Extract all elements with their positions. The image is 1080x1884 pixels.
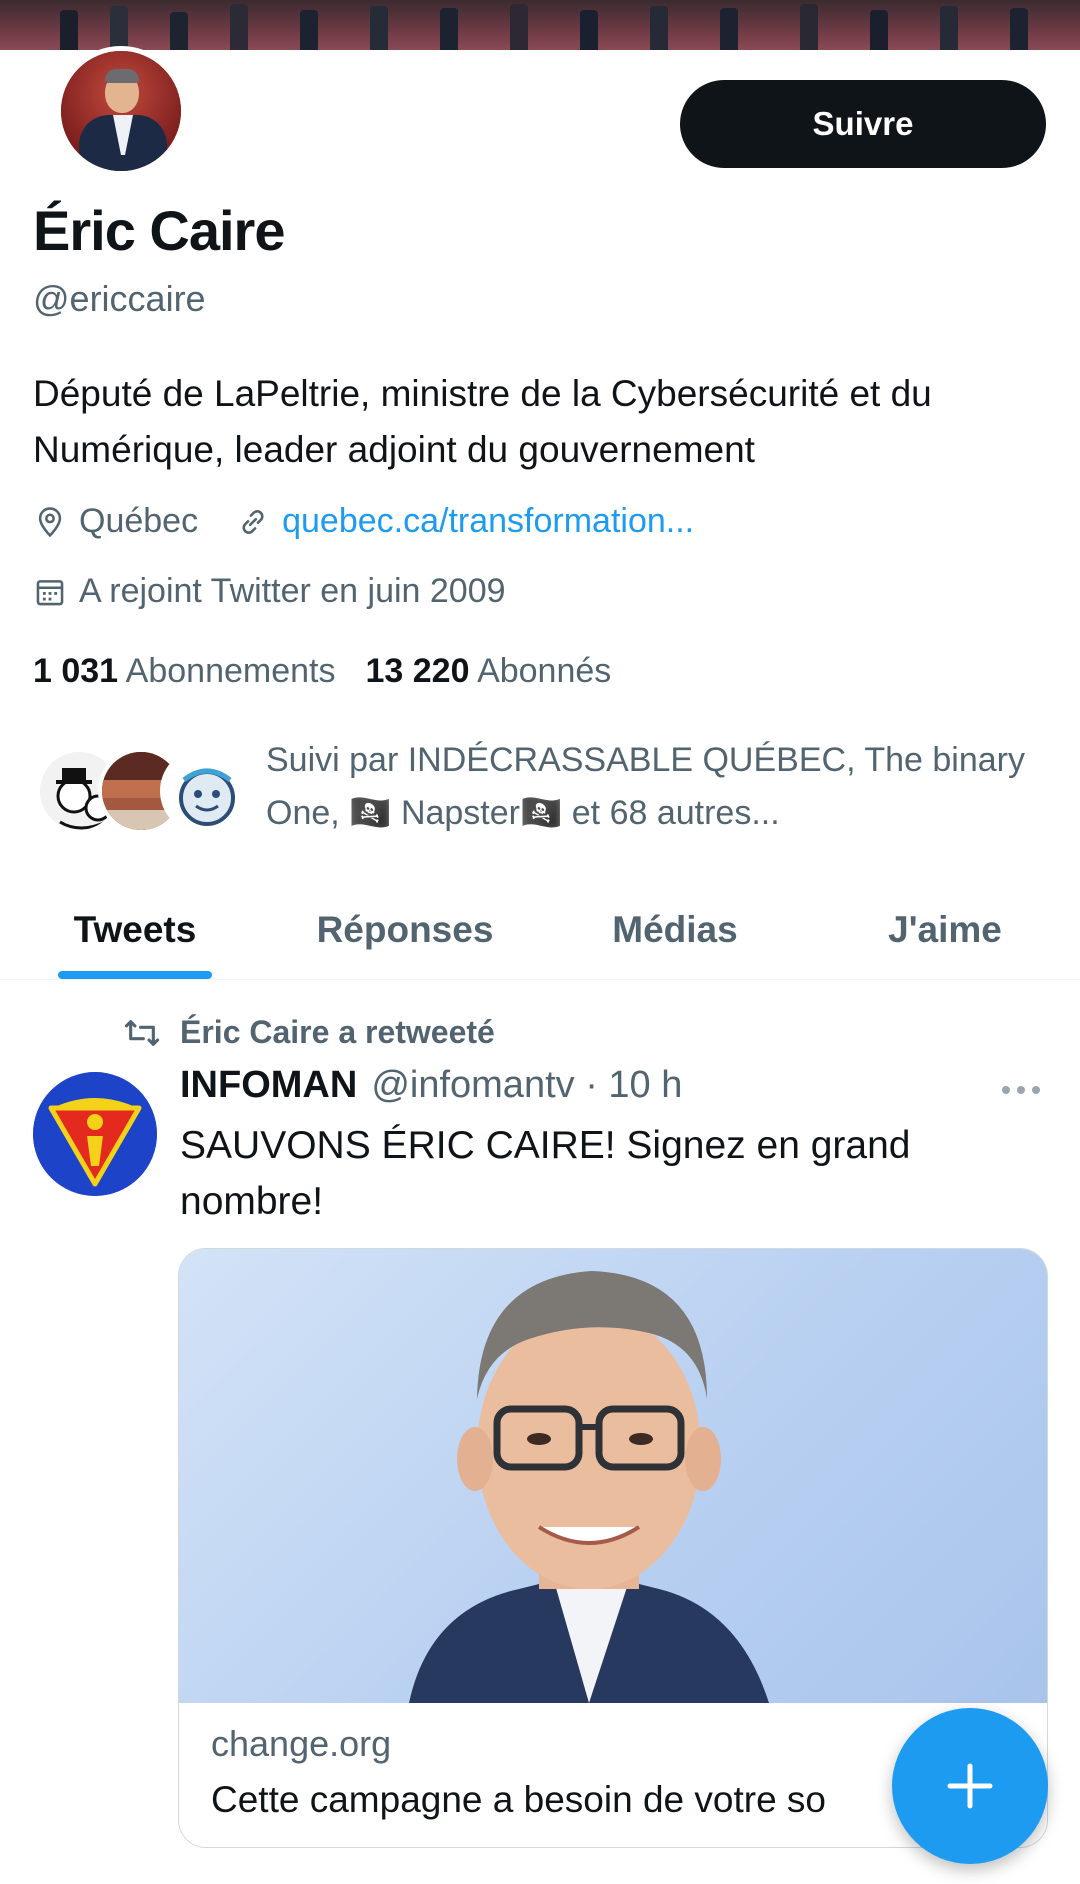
profile-meta-location-row: Québec quebec.ca/transformation... — [33, 502, 694, 541]
tab-replies[interactable]: Réponses — [270, 880, 540, 979]
tab-media[interactable]: Médias — [540, 880, 810, 979]
plus-icon — [947, 1763, 993, 1809]
link-preview-domain: change.org — [211, 1723, 392, 1764]
calendar-icon — [36, 579, 64, 605]
tweet-author-avatar[interactable] — [33, 1072, 157, 1196]
following-label: Abonnements — [125, 652, 336, 690]
tweet-header: INFOMAN @infomantv · 10 h — [180, 1064, 682, 1107]
followed-by-avatars[interactable] — [36, 748, 246, 838]
retweet-icon — [124, 1019, 160, 1046]
profile-meta-joined-row: A rejoint Twitter en juin 2009 — [33, 572, 506, 611]
more-horizontal-icon[interactable] — [998, 1080, 1044, 1100]
profile-handle: @ericcaire — [33, 278, 206, 319]
tweet-author-handle-time[interactable]: @infomantv · 10 h — [371, 1064, 682, 1107]
link-preview-image — [179, 1249, 1047, 1703]
location-pin-icon — [38, 506, 62, 537]
profile-tabs: Tweets Réponses Médias J'aime — [0, 880, 1080, 980]
profile-joined-date: A rejoint Twitter en juin 2009 — [79, 572, 506, 610]
compose-tweet-button[interactable] — [892, 1708, 1048, 1864]
following-count: 1 031 — [33, 652, 119, 690]
tab-label: Médias — [612, 908, 738, 950]
profile-location: Québec — [79, 502, 199, 540]
followers-count: 13 220 — [365, 652, 470, 690]
profile-display-name: Éric Caire — [33, 199, 285, 262]
follower-avatar — [160, 748, 246, 834]
profile-website-link[interactable]: quebec.ca/transformation... — [282, 502, 694, 541]
profile-banner[interactable] — [0, 0, 1080, 50]
profile-counts: 1 031 Abonnements 13 220 Abonnés — [33, 652, 611, 691]
followers-label: Abonnés — [477, 652, 612, 690]
profile-avatar[interactable] — [56, 46, 186, 176]
tab-label: J'aime — [888, 908, 1002, 950]
retweet-note: Éric Caire a retweeté — [180, 1014, 495, 1050]
link-preview-title: Cette campagne a besoin de votre so — [211, 1779, 826, 1820]
active-tab-indicator — [58, 971, 212, 979]
tweet-text: SAUVONS ÉRIC CAIRE! Signez en grand nomb… — [180, 1124, 911, 1223]
profile-bio: Député de LaPeltrie, ministre de la Cybe… — [33, 373, 932, 470]
retweet-indicator[interactable]: Éric Caire a retweeté — [122, 1014, 495, 1051]
tab-label: Réponses — [316, 908, 494, 950]
follow-button[interactable]: Suivre — [680, 80, 1046, 168]
followed-by-text[interactable]: Suivi par INDÉCRASSABLE QUÉBEC, The bina… — [266, 734, 1056, 840]
link-icon — [242, 509, 264, 534]
following-count-link[interactable]: 1 031 Abonnements — [33, 652, 335, 691]
tab-tweets[interactable]: Tweets — [0, 880, 270, 979]
tab-label: Tweets — [73, 908, 197, 950]
followers-count-link[interactable]: 13 220 Abonnés — [365, 652, 611, 691]
tab-likes[interactable]: J'aime — [810, 880, 1080, 979]
tweet-author-name[interactable]: INFOMAN — [180, 1064, 357, 1107]
